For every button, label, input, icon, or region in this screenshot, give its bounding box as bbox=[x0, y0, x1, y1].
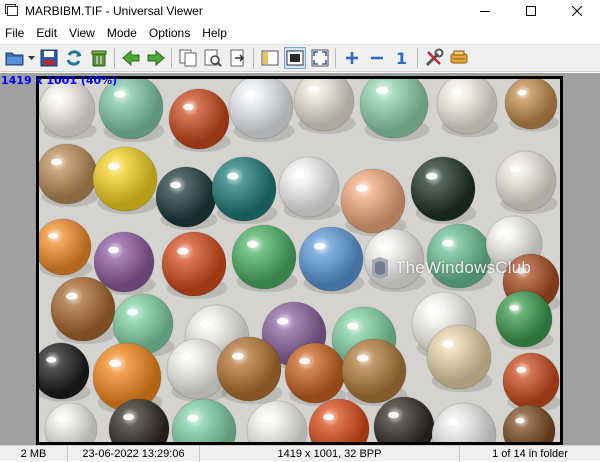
image-viewport[interactable]: 1419 x 1001 (40%) TheWindowsClub bbox=[0, 73, 600, 445]
menu-file[interactable]: File bbox=[0, 26, 31, 40]
status-file-size: 2 MB bbox=[0, 445, 68, 462]
zoom-page-icon bbox=[204, 49, 222, 67]
menu-mode[interactable]: Mode bbox=[102, 26, 144, 40]
delete-button[interactable] bbox=[88, 47, 110, 69]
minimize-icon bbox=[480, 11, 490, 12]
plugins-button[interactable] bbox=[448, 47, 470, 69]
minimize-button[interactable] bbox=[462, 0, 508, 22]
toolbar-separator bbox=[171, 48, 172, 68]
toolbar-separator bbox=[253, 48, 254, 68]
export-button[interactable] bbox=[227, 47, 249, 69]
window-title: MARBIBM.TIF - Universal Viewer bbox=[25, 4, 203, 18]
tools-icon bbox=[425, 48, 443, 67]
reload-button[interactable] bbox=[63, 47, 85, 69]
refresh-icon bbox=[66, 50, 81, 66]
close-button[interactable] bbox=[554, 0, 600, 22]
zoom-in-icon bbox=[345, 52, 358, 64]
copy-button[interactable] bbox=[177, 47, 199, 69]
image-frame: TheWindowsClub bbox=[36, 76, 563, 445]
toolbar: 1 bbox=[0, 44, 600, 72]
toolbar-separator bbox=[417, 48, 418, 68]
zoom-in-button[interactable] bbox=[341, 47, 363, 69]
marbles-photo[interactable]: TheWindowsClub bbox=[39, 79, 560, 442]
image-dimensions-overlay: 1419 x 1001 (40%) bbox=[1, 74, 118, 87]
recycle-bin-icon bbox=[91, 50, 106, 67]
actual-size-icon: 1 bbox=[395, 48, 408, 68]
plugin-icon bbox=[450, 50, 467, 64]
window-controls bbox=[462, 0, 600, 22]
maximize-button[interactable] bbox=[508, 0, 554, 22]
windows-club-logo-icon bbox=[372, 257, 388, 279]
panel-icon bbox=[261, 50, 278, 66]
arrow-right-icon bbox=[147, 49, 165, 67]
fullscreen-button[interactable] bbox=[309, 47, 331, 69]
panel-button[interactable] bbox=[259, 47, 281, 69]
toolbar-separator bbox=[114, 48, 115, 68]
save-button[interactable] bbox=[38, 47, 60, 69]
zoom-out-icon bbox=[370, 56, 383, 60]
status-image-info: 1419 x 1001, 32 BPP bbox=[200, 445, 460, 462]
tools-button[interactable] bbox=[423, 47, 445, 69]
menu-view[interactable]: View bbox=[64, 26, 102, 40]
status-bar: 2 MB 23-06-2022 13:29:06 1419 x 1001, 32… bbox=[0, 445, 600, 462]
previous-file-button[interactable] bbox=[120, 47, 142, 69]
fit-window-icon bbox=[286, 50, 303, 66]
status-position: 1 of 14 in folder bbox=[492, 447, 568, 460]
watermark: TheWindowsClub bbox=[369, 256, 531, 280]
watermark-text: TheWindowsClub bbox=[395, 258, 532, 277]
toolbar-separator bbox=[335, 48, 336, 68]
find-button[interactable] bbox=[202, 47, 224, 69]
fit-window-button[interactable] bbox=[283, 47, 306, 69]
menu-help[interactable]: Help bbox=[197, 26, 234, 40]
fullscreen-icon bbox=[311, 49, 328, 67]
zoom-out-button[interactable] bbox=[366, 47, 388, 69]
menu-edit[interactable]: Edit bbox=[31, 26, 64, 40]
maximize-icon bbox=[526, 6, 536, 16]
menu-bar: File Edit View Mode Options Help bbox=[0, 23, 600, 43]
close-icon bbox=[572, 6, 582, 16]
export-icon bbox=[230, 49, 244, 67]
app-icon bbox=[5, 4, 19, 18]
arrow-left-icon bbox=[121, 49, 139, 67]
menu-options[interactable]: Options bbox=[144, 26, 197, 40]
chevron-down-icon bbox=[27, 56, 35, 60]
open-dropdown[interactable] bbox=[27, 47, 35, 69]
next-file-button[interactable] bbox=[145, 47, 167, 69]
status-datetime: 23-06-2022 13:29:06 bbox=[68, 445, 200, 462]
open-folder-icon bbox=[5, 52, 23, 66]
title-bar: MARBIBM.TIF - Universal Viewer bbox=[0, 0, 600, 22]
actual-size-button[interactable]: 1 bbox=[391, 47, 413, 69]
save-icon bbox=[40, 49, 57, 67]
open-button[interactable] bbox=[4, 47, 26, 69]
copy-icon bbox=[179, 49, 196, 67]
